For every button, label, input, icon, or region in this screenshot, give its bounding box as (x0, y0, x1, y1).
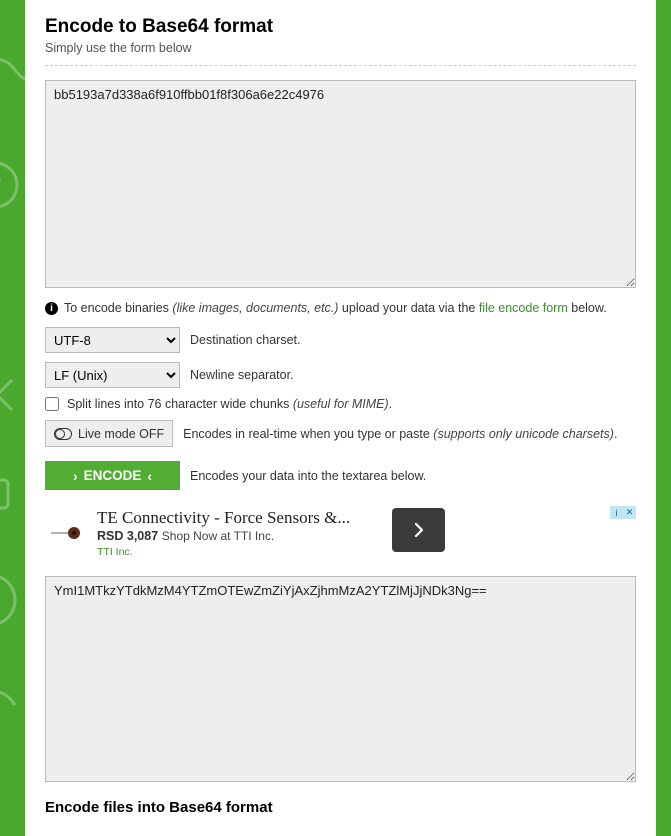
livemode-toggle[interactable]: Live mode OFF (45, 420, 173, 447)
ad-price: RSD 3,087 (97, 529, 158, 543)
binary-info-row: i To encode binaries (like images, docum… (45, 301, 636, 315)
ad-close-icon[interactable]: ✕ (623, 506, 636, 519)
page-subtitle: Simply use the form below (45, 41, 636, 55)
newline-label: Newline separator. (190, 368, 294, 382)
ad-shop-text: Shop Now at TTI Inc. (162, 529, 275, 543)
ad-company[interactable]: TTI Inc. (97, 546, 636, 558)
page-title: Encode to Base64 format (45, 16, 636, 38)
encode-button-label: ENCODE (84, 468, 142, 483)
advertisement: TE Connectivity - Force Sensors &... RSD… (45, 504, 636, 564)
livemode-desc: Encodes in real-time when you type or pa… (183, 427, 433, 441)
charset-select[interactable]: UTF-8 (45, 327, 180, 353)
arrow-right-icon (410, 521, 428, 539)
charset-label: Destination charset. (190, 333, 300, 347)
next-section-heading: Encode files into Base64 format (45, 799, 636, 816)
info-text-mid: upload your data via the (338, 301, 478, 315)
ad-info-icon[interactable]: i (610, 506, 623, 519)
livemode-desc-italic: (supports only unicode charsets) (433, 427, 614, 441)
split-suffix: . (389, 397, 392, 411)
encode-button[interactable]: › ENCODE ‹ (45, 461, 180, 490)
livemode-suffix: . (614, 427, 617, 441)
svg-text:?: ? (0, 169, 2, 202)
main-card: Encode to Base64 format Simply use the f… (25, 0, 656, 836)
divider (45, 65, 636, 66)
chevron-left-icon: ‹ (147, 469, 152, 483)
ad-title[interactable]: TE Connectivity - Force Sensors &... (97, 508, 636, 528)
input-textarea[interactable] (45, 80, 636, 288)
output-textarea[interactable] (45, 576, 636, 782)
chevron-right-icon: › (73, 469, 78, 483)
split-label: Split lines into 76 character wide chunk… (67, 397, 293, 411)
encode-desc: Encodes your data into the textarea belo… (190, 469, 426, 483)
split-lines-checkbox[interactable] (45, 397, 59, 411)
info-text-prefix: To encode binaries (64, 301, 172, 315)
livemode-label: Live mode OFF (78, 427, 164, 441)
info-text-italic: (like images, documents, etc.) (172, 301, 338, 315)
info-text-suffix: below. (568, 301, 607, 315)
split-italic: (useful for MIME) (293, 397, 389, 411)
info-icon: i (45, 302, 58, 315)
file-encode-link[interactable]: file encode form (479, 301, 568, 315)
newline-select[interactable]: LF (Unix) (45, 362, 180, 388)
ad-next-button[interactable] (392, 508, 445, 552)
ad-product-image (51, 526, 83, 540)
toggle-icon (54, 428, 72, 440)
